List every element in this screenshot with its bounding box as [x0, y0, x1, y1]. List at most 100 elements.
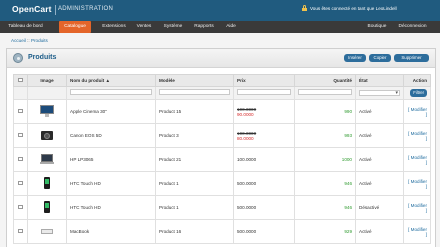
product-name: MacBook: [66, 219, 156, 244]
edit-link[interactable]: [ Modifier ]: [408, 131, 427, 141]
panel-header: Produits Insérer Copier Supprimer: [7, 49, 435, 68]
product-quantity: 946: [294, 195, 356, 220]
copy-button[interactable]: Copier: [369, 54, 391, 62]
row-checkbox[interactable]: [18, 204, 23, 210]
product-icon: [13, 53, 23, 63]
col-price[interactable]: Prix: [233, 74, 295, 87]
product-quantity: 946: [294, 171, 356, 196]
edit-link[interactable]: [ Modifier ]: [408, 107, 427, 117]
sort-asc-icon: ▲: [105, 78, 111, 83]
row-checkbox[interactable]: [18, 228, 23, 234]
menu-logout[interactable]: Déconnexion: [395, 21, 430, 33]
product-model: Product 21: [155, 147, 234, 172]
product-quantity: 990: [294, 99, 356, 124]
login-status: Vous êtes connecté en tant que LeoLindel…: [310, 6, 397, 11]
delete-button[interactable]: Supprimer: [394, 54, 429, 62]
menu-help[interactable]: Aide: [223, 21, 239, 33]
product-model: Product 1: [155, 195, 234, 220]
edit-link[interactable]: [ Modifier ]: [408, 203, 427, 213]
product-price: 500.0000: [233, 171, 295, 196]
breadcrumb-home[interactable]: Accueil: [11, 38, 26, 43]
row-checkbox[interactable]: [18, 180, 23, 186]
table-row: HTC Touch HD Product 1 500.0000 946 Acti…: [13, 171, 431, 196]
menu-dashboard[interactable]: Tableau de bord: [6, 21, 45, 33]
product-price: 500.0000: [233, 195, 295, 220]
product-name: HTC Touch HD: [66, 171, 156, 196]
row-checkbox[interactable]: [18, 132, 23, 138]
edit-link[interactable]: [ Modifier ]: [408, 179, 427, 189]
col-name[interactable]: Nom du produit ▲: [66, 74, 156, 87]
page-title: Produits: [28, 54, 57, 61]
product-status: Désactivé: [355, 195, 404, 220]
product-name: Canon EOS 5D: [66, 123, 156, 148]
phone-icon[interactable]: [40, 177, 54, 189]
menu-system[interactable]: Système: [160, 21, 186, 33]
breadcrumb: Accueil :: Produits: [11, 38, 48, 43]
product-status: Activé: [355, 147, 404, 172]
macbook-icon[interactable]: [40, 225, 54, 237]
product-special-price: 90.0000: [237, 111, 254, 117]
main-menu: Tableau de bord Catalogue Extensions Ven…: [0, 21, 440, 33]
select-all-checkbox[interactable]: [18, 77, 23, 83]
menu-catalog[interactable]: Catalogue: [59, 21, 91, 33]
table-header-row: Image Nom du produit ▲ Modèle Prix Quant…: [13, 74, 431, 87]
select-all-cell: [13, 74, 28, 87]
laptop-icon[interactable]: [40, 153, 54, 165]
menu-extensions[interactable]: Extensions: [99, 21, 129, 33]
filter-price-input[interactable]: [237, 88, 291, 95]
menu-reports[interactable]: Rapports: [190, 21, 218, 33]
product-status: Activé: [355, 171, 404, 196]
product-name: HP LP3065: [66, 147, 156, 172]
product-model: Product 16: [155, 219, 234, 244]
col-action: Action: [403, 74, 431, 87]
product-model: Product 3: [155, 123, 234, 148]
product-price: 100.0000: [233, 147, 295, 172]
breadcrumb-separator: ::: [27, 38, 30, 43]
product-price: 500.0000: [233, 219, 295, 244]
table-row: MacBook Product 16 500.0000 929 Activé […: [13, 219, 431, 244]
menu-sales[interactable]: Ventes: [133, 21, 155, 33]
product-status: Activé: [355, 219, 404, 244]
lock-icon: [302, 5, 307, 11]
monitor-icon[interactable]: [40, 105, 54, 117]
product-status: Activé: [355, 123, 404, 148]
product-quantity: 929: [294, 219, 356, 244]
col-status[interactable]: État: [355, 74, 404, 87]
table-row: Apple Cinema 30" Product 15 100.0000 90.0…: [13, 99, 431, 124]
table-row: HTC Touch HD Product 1 500.0000 946 Désa…: [13, 195, 431, 220]
logo-divider: [55, 5, 56, 15]
phone-icon[interactable]: [40, 201, 54, 213]
product-quantity: 993: [294, 123, 356, 148]
products-table: Image Nom du produit ▲ Modèle Prix Quant…: [13, 74, 431, 244]
edit-link[interactable]: [ Modifier ]: [408, 227, 427, 237]
camera-icon[interactable]: [40, 129, 54, 141]
product-name: Apple Cinema 30": [66, 99, 156, 124]
products-panel: Produits Insérer Copier Supprimer Image …: [6, 48, 436, 247]
product-model: Product 1: [155, 171, 234, 196]
row-checkbox[interactable]: [18, 108, 23, 114]
filter-row: Filtrer: [13, 86, 431, 100]
row-checkbox[interactable]: [18, 156, 23, 162]
filter-button[interactable]: Filtrer: [410, 89, 427, 97]
top-header: OpenCart ADMINISTRATION Vous êtes connec…: [0, 0, 440, 21]
product-name: HTC Touch HD: [66, 195, 156, 220]
breadcrumb-current[interactable]: Produits: [31, 38, 48, 43]
filter-name-input[interactable]: [70, 88, 152, 95]
admin-subtitle: ADMINISTRATION: [58, 6, 114, 12]
product-special-price: 80.0000: [237, 135, 254, 141]
product-quantity: 1000: [294, 147, 356, 172]
table-row: HP LP3065 Product 21 100.0000 1000 Activ…: [13, 147, 431, 172]
edit-link[interactable]: [ Modifier ]: [408, 155, 427, 165]
filter-status-select[interactable]: [359, 90, 400, 96]
col-name-label: Nom du produit: [70, 78, 105, 83]
menu-store[interactable]: Boutique: [364, 21, 390, 33]
col-image: Image: [27, 74, 67, 87]
col-model[interactable]: Modèle: [155, 74, 234, 87]
brand-logo[interactable]: OpenCart: [12, 4, 52, 14]
product-model: Product 15: [155, 99, 234, 124]
table-row: Canon EOS 5D Product 3 100.0000 80.0000 9…: [13, 123, 431, 148]
insert-button[interactable]: Insérer: [344, 54, 366, 62]
filter-quantity-input[interactable]: [298, 88, 352, 95]
col-quantity[interactable]: Quantité: [294, 74, 356, 87]
filter-model-input[interactable]: [159, 88, 230, 95]
